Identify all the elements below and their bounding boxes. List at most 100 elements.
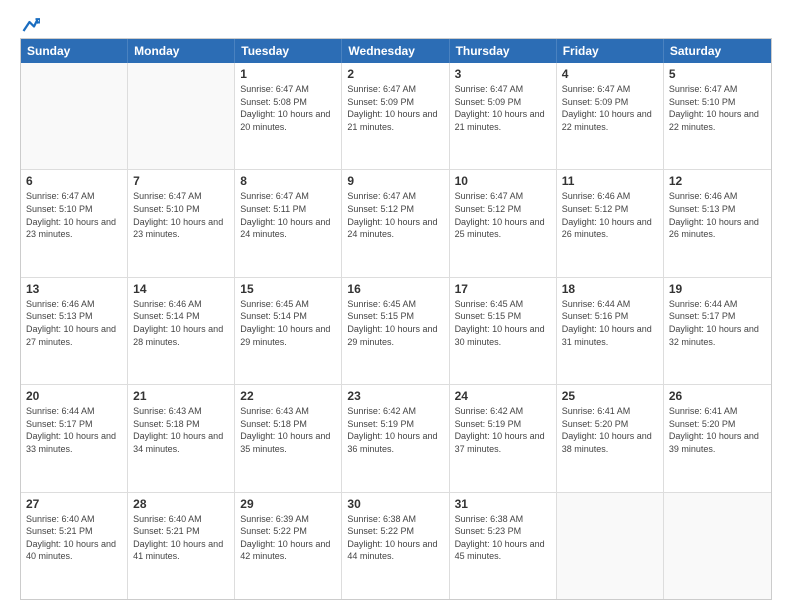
day-number: 15 — [240, 282, 336, 296]
empty-cell — [128, 63, 235, 169]
day-cell-4: 4Sunrise: 6:47 AM Sunset: 5:09 PM Daylig… — [557, 63, 664, 169]
day-cell-20: 20 Sunrise: 6:44 AM Sunset: 5:17 PM Dayli… — [21, 385, 128, 491]
day-cell-29: 29Sunrise: 6:39 AM Sunset: 5:22 PM Dayli… — [235, 493, 342, 599]
day-number: 24 — [455, 389, 551, 403]
header-day-wednesday: Wednesday — [342, 39, 449, 63]
header-day-tuesday: Tuesday — [235, 39, 342, 63]
day-info: Sunrise: 6:47 AM Sunset: 5:08 PM Dayligh… — [240, 83, 336, 133]
day-info: Sunrise: 6:41 AM Sunset: 5:20 PM Dayligh… — [669, 405, 766, 455]
day-info: Sunrise: 6:47 AM Sunset: 5:09 PM Dayligh… — [562, 83, 658, 133]
day-number: 21 — [133, 389, 229, 403]
page: SundayMondayTuesdayWednesdayThursdayFrid… — [0, 0, 792, 612]
day-number: 8 — [240, 174, 336, 188]
calendar: SundayMondayTuesdayWednesdayThursdayFrid… — [20, 38, 772, 600]
day-number: 11 — [562, 174, 658, 188]
header-day-sunday: Sunday — [21, 39, 128, 63]
empty-cell — [21, 63, 128, 169]
day-number: 29 — [240, 497, 336, 511]
day-info: Sunrise: 6:42 AM Sunset: 5:19 PM Dayligh… — [455, 405, 551, 455]
header-day-thursday: Thursday — [450, 39, 557, 63]
day-number: 16 — [347, 282, 443, 296]
day-cell-28: 28 Sunrise: 6:40 AM Sunset: 5:21 PM Dayli… — [128, 493, 235, 599]
day-cell-2: 2Sunrise: 6:47 AM Sunset: 5:09 PM Daylig… — [342, 63, 449, 169]
day-number: 6 — [26, 174, 122, 188]
day-info: Sunrise: 6:44 AM Sunset: 5:17 PM Dayligh… — [669, 298, 766, 348]
day-cell-14: 14 Sunrise: 6:46 AM Sunset: 5:14 PM Dayli… — [128, 278, 235, 384]
day-info: Sunrise: 6:46 AM Sunset: 5:14 PM Dayligh… — [133, 298, 229, 348]
day-info: Sunrise: 6:46 AM Sunset: 5:12 PM Dayligh… — [562, 190, 658, 240]
day-number: 26 — [669, 389, 766, 403]
day-number: 10 — [455, 174, 551, 188]
day-cell-13: 13Sunrise: 6:46 AM Sunset: 5:13 PM Dayli… — [21, 278, 128, 384]
calendar-header: SundayMondayTuesdayWednesdayThursdayFrid… — [21, 39, 771, 63]
day-info: Sunrise: 6:47 AM Sunset: 5:10 PM Dayligh… — [26, 190, 122, 240]
day-cell-12: 12 Sunrise: 6:46 AM Sunset: 5:13 PM Dayli… — [664, 170, 771, 276]
day-info: Sunrise: 6:47 AM Sunset: 5:11 PM Dayligh… — [240, 190, 336, 240]
day-cell-31: 31 Sunrise: 6:38 AM Sunset: 5:23 PM Dayli… — [450, 493, 557, 599]
day-cell-17: 17 Sunrise: 6:45 AM Sunset: 5:15 PM Dayli… — [450, 278, 557, 384]
logo-text — [20, 16, 40, 34]
logo — [20, 16, 40, 30]
day-info: Sunrise: 6:45 AM Sunset: 5:15 PM Dayligh… — [455, 298, 551, 348]
day-cell-24: 24 Sunrise: 6:42 AM Sunset: 5:19 PM Dayli… — [450, 385, 557, 491]
day-info: Sunrise: 6:38 AM Sunset: 5:23 PM Dayligh… — [455, 513, 551, 563]
day-number: 2 — [347, 67, 443, 81]
day-number: 3 — [455, 67, 551, 81]
day-info: Sunrise: 6:46 AM Sunset: 5:13 PM Dayligh… — [669, 190, 766, 240]
day-info: Sunrise: 6:47 AM Sunset: 5:10 PM Dayligh… — [133, 190, 229, 240]
day-number: 31 — [455, 497, 551, 511]
day-number: 25 — [562, 389, 658, 403]
day-number: 5 — [669, 67, 766, 81]
logo-icon — [22, 16, 40, 34]
day-cell-10: 10 Sunrise: 6:47 AM Sunset: 5:12 PM Dayli… — [450, 170, 557, 276]
day-info: Sunrise: 6:43 AM Sunset: 5:18 PM Dayligh… — [133, 405, 229, 455]
header-day-monday: Monday — [128, 39, 235, 63]
day-cell-18: 18Sunrise: 6:44 AM Sunset: 5:16 PM Dayli… — [557, 278, 664, 384]
day-cell-27: 27 Sunrise: 6:40 AM Sunset: 5:21 PM Dayli… — [21, 493, 128, 599]
day-info: Sunrise: 6:38 AM Sunset: 5:22 PM Dayligh… — [347, 513, 443, 563]
day-cell-16: 16 Sunrise: 6:45 AM Sunset: 5:15 PM Dayli… — [342, 278, 449, 384]
day-info: Sunrise: 6:45 AM Sunset: 5:15 PM Dayligh… — [347, 298, 443, 348]
day-number: 7 — [133, 174, 229, 188]
calendar-row-2: 6 Sunrise: 6:47 AM Sunset: 5:10 PM Daylig… — [21, 169, 771, 276]
day-info: Sunrise: 6:45 AM Sunset: 5:14 PM Dayligh… — [240, 298, 336, 348]
day-info: Sunrise: 6:41 AM Sunset: 5:20 PM Dayligh… — [562, 405, 658, 455]
day-info: Sunrise: 6:43 AM Sunset: 5:18 PM Dayligh… — [240, 405, 336, 455]
header — [20, 16, 772, 30]
calendar-row-4: 20 Sunrise: 6:44 AM Sunset: 5:17 PM Dayli… — [21, 384, 771, 491]
day-info: Sunrise: 6:40 AM Sunset: 5:21 PM Dayligh… — [26, 513, 122, 563]
day-cell-5: 5 Sunrise: 6:47 AM Sunset: 5:10 PM Daylig… — [664, 63, 771, 169]
day-number: 22 — [240, 389, 336, 403]
day-cell-22: 22 Sunrise: 6:43 AM Sunset: 5:18 PM Dayli… — [235, 385, 342, 491]
day-number: 23 — [347, 389, 443, 403]
day-cell-1: 1 Sunrise: 6:47 AM Sunset: 5:08 PM Daylig… — [235, 63, 342, 169]
day-cell-8: 8 Sunrise: 6:47 AM Sunset: 5:11 PM Daylig… — [235, 170, 342, 276]
day-number: 1 — [240, 67, 336, 81]
day-info: Sunrise: 6:47 AM Sunset: 5:12 PM Dayligh… — [455, 190, 551, 240]
day-info: Sunrise: 6:47 AM Sunset: 5:10 PM Dayligh… — [669, 83, 766, 133]
day-number: 28 — [133, 497, 229, 511]
day-cell-9: 9Sunrise: 6:47 AM Sunset: 5:12 PM Daylig… — [342, 170, 449, 276]
day-cell-21: 21 Sunrise: 6:43 AM Sunset: 5:18 PM Dayli… — [128, 385, 235, 491]
empty-cell — [664, 493, 771, 599]
day-number: 20 — [26, 389, 122, 403]
day-info: Sunrise: 6:46 AM Sunset: 5:13 PM Dayligh… — [26, 298, 122, 348]
day-number: 27 — [26, 497, 122, 511]
day-cell-30: 30Sunrise: 6:38 AM Sunset: 5:22 PM Dayli… — [342, 493, 449, 599]
day-info: Sunrise: 6:44 AM Sunset: 5:17 PM Dayligh… — [26, 405, 122, 455]
day-cell-3: 3Sunrise: 6:47 AM Sunset: 5:09 PM Daylig… — [450, 63, 557, 169]
day-info: Sunrise: 6:44 AM Sunset: 5:16 PM Dayligh… — [562, 298, 658, 348]
day-cell-19: 19 Sunrise: 6:44 AM Sunset: 5:17 PM Dayli… — [664, 278, 771, 384]
day-cell-7: 7 Sunrise: 6:47 AM Sunset: 5:10 PM Daylig… — [128, 170, 235, 276]
empty-cell — [557, 493, 664, 599]
day-info: Sunrise: 6:40 AM Sunset: 5:21 PM Dayligh… — [133, 513, 229, 563]
day-cell-25: 25 Sunrise: 6:41 AM Sunset: 5:20 PM Dayli… — [557, 385, 664, 491]
day-number: 12 — [669, 174, 766, 188]
day-cell-11: 11 Sunrise: 6:46 AM Sunset: 5:12 PM Dayli… — [557, 170, 664, 276]
day-cell-23: 23 Sunrise: 6:42 AM Sunset: 5:19 PM Dayli… — [342, 385, 449, 491]
day-number: 14 — [133, 282, 229, 296]
day-number: 17 — [455, 282, 551, 296]
day-number: 19 — [669, 282, 766, 296]
calendar-row-5: 27 Sunrise: 6:40 AM Sunset: 5:21 PM Dayli… — [21, 492, 771, 599]
day-info: Sunrise: 6:42 AM Sunset: 5:19 PM Dayligh… — [347, 405, 443, 455]
